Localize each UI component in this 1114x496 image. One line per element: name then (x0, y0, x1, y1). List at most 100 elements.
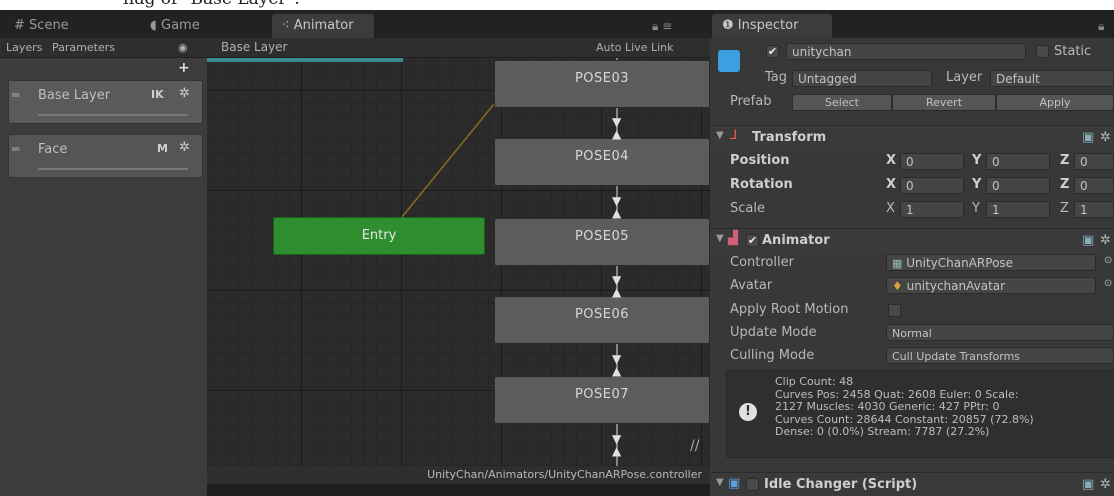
culling-mode-label: Culling Mode (730, 348, 815, 363)
help-icon[interactable]: ▣ (1082, 130, 1094, 145)
state-pose04[interactable]: POSE04 (494, 138, 710, 186)
tab-game[interactable]: ◖ Game (140, 14, 210, 38)
avatar-field[interactable]: ♦ unitychanAvatar (886, 277, 1096, 294)
layer-dropdown[interactable]: Default (990, 70, 1114, 87)
avatar-value: unitychanAvatar (906, 279, 1006, 293)
gear-icon[interactable]: ✲ (1100, 130, 1111, 145)
active-checkbox[interactable]: ✔ (766, 45, 779, 58)
controller-asset-icon: ▦ (892, 257, 903, 270)
layer-label: Layer (946, 70, 983, 85)
graph-toolbar: Base Layer Auto Live Link (207, 38, 710, 58)
state-pose06[interactable]: POSE06 (494, 296, 710, 344)
animator-component-header[interactable]: ▼ ▟ ✔ Animator ▣ ✲ (710, 228, 1114, 253)
gear-icon[interactable]: ✲ (179, 140, 190, 155)
help-icon[interactable]: ▣ (1082, 233, 1094, 248)
transform-axes-icon: ⅃ (730, 128, 738, 143)
foldout-icon[interactable]: ▼ (716, 477, 724, 488)
drag-handle-icon[interactable]: ═ (12, 142, 19, 156)
controller-field[interactable]: ▦ UnityChanARPose (886, 254, 1096, 271)
transform-header[interactable]: ▼ ⅃ Transform ▣ ✲ (710, 125, 1114, 150)
animator-enabled-checkbox[interactable]: ✔ (746, 234, 759, 247)
eye-icon[interactable]: ◉ (178, 38, 188, 57)
rot-x-field[interactable]: 0 (900, 177, 964, 194)
static-checkbox[interactable] (1036, 45, 1049, 58)
position-label: Position (730, 153, 790, 168)
state-pose05[interactable]: POSE05 (494, 218, 710, 266)
object-name-field[interactable]: unitychan (786, 43, 1026, 60)
scene-icon: # (14, 18, 25, 33)
transition-arrow-icon[interactable]: ▼ ▲ (612, 116, 621, 140)
state-label: POSE07 (574, 387, 630, 402)
object-picker-icon[interactable]: ⊙ (1104, 278, 1112, 289)
ik-badge: IK (151, 88, 164, 101)
lock-icon[interactable]: 🔒︎ (1098, 19, 1104, 34)
tab-animator-label: Animator (293, 18, 354, 33)
add-layer-button[interactable]: + (178, 60, 190, 76)
object-picker-icon[interactable]: ⊙ (1104, 255, 1112, 266)
scale-z-label: Z (1060, 201, 1069, 216)
tab-scene-label: Scene (29, 18, 69, 33)
weight-bar (38, 168, 188, 170)
transition-arrow-icon[interactable]: ▼ ▲ (612, 433, 621, 457)
tab-animator[interactable]: ⁖ Animator (272, 14, 374, 38)
layer-base[interactable]: ═ Base Layer IK ✲ (8, 80, 203, 124)
prefab-apply-button[interactable]: Apply (996, 94, 1114, 111)
pos-x-field[interactable]: 0 (900, 153, 964, 170)
idle-changer-header[interactable]: ▼ ▣ Idle Changer (Script) ▣ ✲ (710, 472, 1114, 496)
culling-mode-dropdown[interactable]: Cull Update Transforms (886, 347, 1114, 364)
gear-icon[interactable]: ✲ (1100, 477, 1111, 492)
prefab-label: Prefab (730, 94, 772, 109)
inspector-tabbar: ❶ Inspector 🔒︎ (710, 10, 1114, 38)
tab-game-label: Game (161, 18, 200, 33)
pos-y-field[interactable]: 0 (986, 153, 1050, 170)
gear-icon[interactable]: ✲ (179, 86, 190, 101)
rot-z-field[interactable]: 0 (1074, 177, 1114, 194)
breadcrumb[interactable]: Base Layer (221, 38, 288, 57)
scale-z-field[interactable]: 1 (1074, 201, 1114, 218)
rot-y-field[interactable]: 0 (986, 177, 1050, 194)
drag-handle-icon[interactable]: ═ (12, 88, 19, 102)
layer-face[interactable]: ═ Face M ✲ (8, 134, 203, 178)
help-icon[interactable]: ▣ (1082, 477, 1094, 492)
parameters-tab[interactable]: Parameters (52, 38, 115, 57)
idle-changer-checkbox[interactable] (746, 478, 759, 491)
rotation-label: Rotation (730, 177, 793, 192)
tag-dropdown[interactable]: Untagged (792, 70, 932, 87)
prefab-revert-button[interactable]: Revert (892, 94, 996, 111)
state-entry[interactable]: Entry (273, 217, 485, 255)
layers-toolbar: Layers Parameters ◉ (0, 38, 207, 58)
state-pose07[interactable]: POSE07 (494, 376, 710, 424)
prefab-select-button[interactable]: Select (792, 94, 892, 111)
pacman-icon: ◖ (150, 18, 157, 33)
scale-x-field[interactable]: 1 (900, 201, 964, 218)
layer-name: Face (38, 142, 68, 157)
static-label[interactable]: Static (1054, 44, 1091, 59)
apply-root-motion-checkbox[interactable] (888, 304, 901, 317)
foldout-icon[interactable]: ▼ (716, 130, 724, 141)
foldout-icon[interactable]: ▼ (716, 233, 724, 244)
state-pose03[interactable]: POSE03 (494, 60, 710, 108)
update-mode-dropdown[interactable]: Normal (886, 324, 1114, 341)
auto-live-link-button[interactable]: Auto Live Link (596, 38, 674, 57)
scale-label: Scale (730, 201, 765, 216)
exclamation-icon: ! (739, 403, 757, 421)
window-tabbar: # Scene ◖ Game ⁖ Animator 🔒︎ ≡ (0, 10, 710, 38)
pos-z-field[interactable]: 0 (1074, 153, 1114, 170)
tag-label: Tag (765, 70, 788, 85)
gear-icon[interactable]: ✲ (1100, 233, 1111, 248)
layers-tab[interactable]: Layers (6, 38, 42, 57)
tab-inspector[interactable]: ❶ Inspector (712, 14, 832, 38)
tab-scene[interactable]: # Scene (4, 14, 79, 38)
resize-grip-icon[interactable]: // (690, 438, 699, 454)
info-line: Dense: 0 (0.0%) Stream: 7787 (27.2%) (775, 425, 990, 439)
info-icon: ❶ (722, 18, 734, 33)
lock-icon[interactable]: 🔒︎ ≡ (652, 19, 672, 34)
weight-bar (38, 114, 188, 116)
transition-arrow-icon[interactable]: ▼ ▲ (612, 274, 621, 298)
transition-arrow-icon[interactable]: ▼ ▲ (612, 195, 621, 219)
state-label: POSE03 (574, 71, 630, 86)
scale-y-field[interactable]: 1 (986, 201, 1050, 218)
caption-strip: flag of "Base Layer". (0, 0, 1114, 10)
state-graph[interactable]: Entry POSE03 POSE04 POSE05 POSE06 POSE07… (207, 58, 710, 466)
transition-arrow-icon[interactable]: ▼ ▲ (612, 353, 621, 377)
